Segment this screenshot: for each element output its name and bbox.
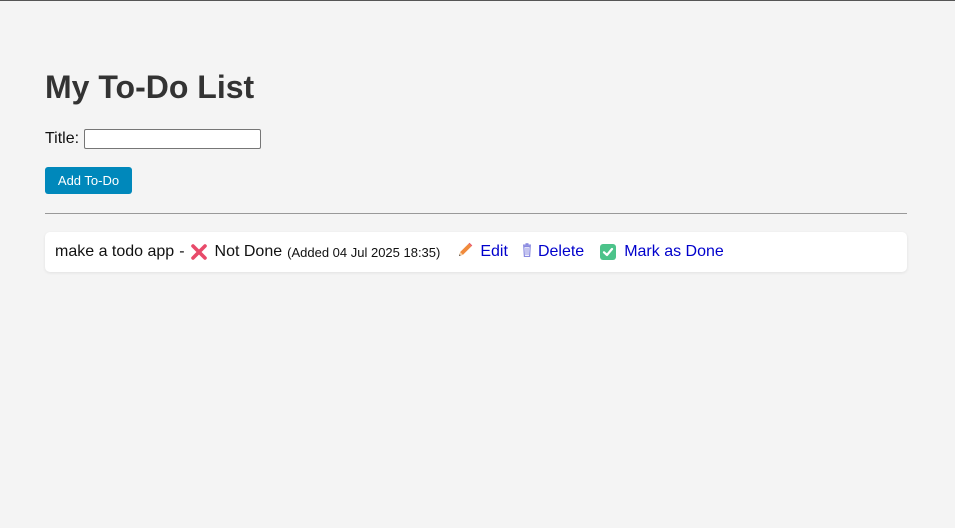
- title-label: Title:: [45, 130, 80, 147]
- title-input[interactable]: [84, 129, 262, 149]
- divider: [45, 213, 907, 214]
- todo-added-date: (Added 04 Jul 2025 18:35): [287, 244, 441, 260]
- todo-separator: -: [179, 243, 185, 260]
- check-mark-icon: [600, 244, 617, 260]
- cross-mark-icon: [190, 243, 208, 261]
- add-todo-button[interactable]: Add To-Do: [45, 167, 132, 194]
- todo-status: Not Done: [214, 243, 283, 260]
- todo-text: make a todo app: [55, 243, 175, 260]
- mark-done-link[interactable]: Mark as Done: [600, 243, 724, 261]
- pencil-icon: [456, 241, 474, 264]
- edit-label: Edit: [480, 243, 508, 260]
- title-form-row: Title:: [45, 129, 262, 149]
- delete-label: Delete: [537, 243, 585, 260]
- mark-done-label: Mark as Done: [624, 243, 724, 260]
- todo-item: make a todo app - Not Done (Added 04 Jul…: [45, 232, 907, 272]
- page-title: My To-Do List: [45, 69, 255, 105]
- trash-icon: [522, 242, 532, 262]
- edit-link[interactable]: Edit: [456, 241, 508, 264]
- delete-link[interactable]: Delete: [522, 242, 585, 262]
